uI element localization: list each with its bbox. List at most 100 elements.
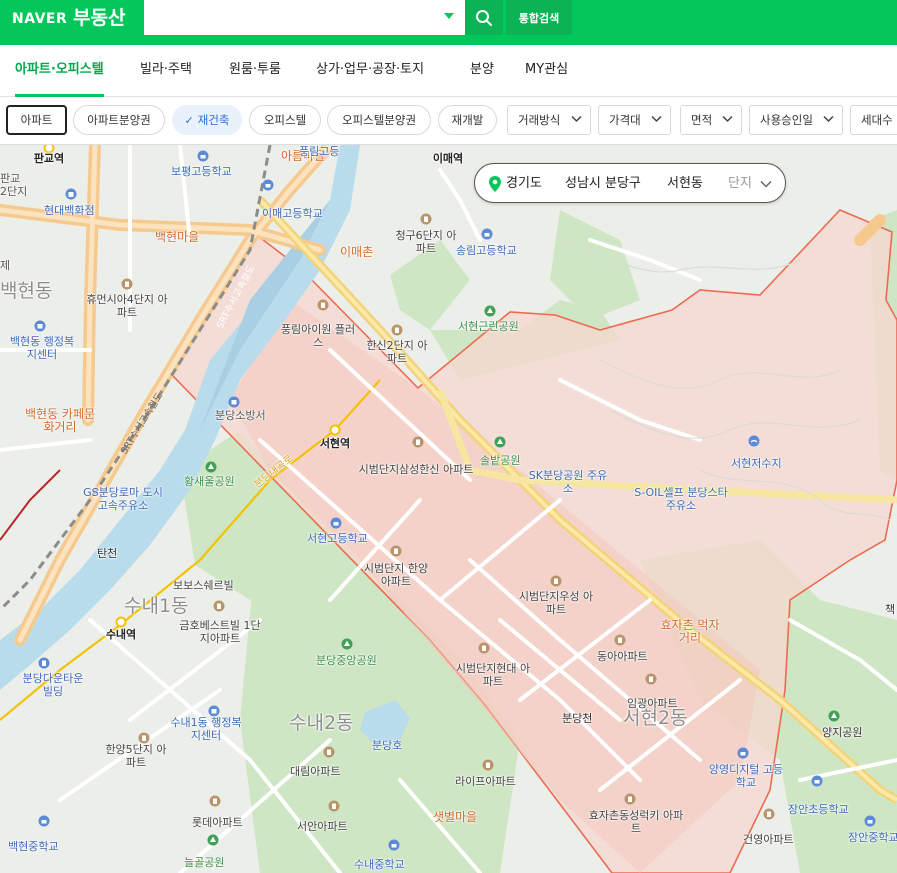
- apt-label-sibeom-hyundai[interactable]: 시범단지현대 아파트: [453, 662, 533, 688]
- filter-chip-officetel[interactable]: 오피스텔: [249, 105, 321, 135]
- station-label-imae[interactable]: 이매역: [433, 152, 463, 165]
- chevron-down-icon: [651, 115, 662, 123]
- apt-label-daelim[interactable]: 대림아파트: [290, 765, 341, 778]
- category-tabs: 아파트·오피스텔 빌라·주택 원룸·투룸 상가·업무·공장·토지 분양 MY관심: [0, 45, 897, 97]
- school-marker-icon: [38, 815, 50, 827]
- apt-label-cheonggu-6[interactable]: 청구6단지 아파트: [391, 229, 461, 255]
- school-marker-icon: [481, 228, 493, 240]
- tab-villa-house[interactable]: 빌라·주택: [140, 45, 192, 97]
- label-baekhyeon-welfare-center: 백현동 행정복지센터: [9, 335, 75, 361]
- label-baekhyeon-middle-school: 백현중학교: [8, 840, 59, 853]
- apt-label-hanyang-5[interactable]: 한양5단지 아파트: [101, 743, 171, 769]
- search-button[interactable]: [465, 0, 503, 35]
- apartment-marker-icon: [482, 759, 494, 771]
- park-marker-icon: [828, 710, 840, 722]
- chevron-down-icon[interactable]: [760, 180, 772, 188]
- service-title[interactable]: 부동산: [73, 6, 125, 30]
- label-sunae-middle-school: 수내중학교: [354, 858, 405, 871]
- naver-realestate-app: NAVER 부동산 통합검색 아파트·오피스텔 빌라·주택 원룸·투룸 상가·업…: [0, 0, 897, 873]
- label-bundang-downtown-building: 분당다운타운 빌딩: [22, 672, 84, 698]
- label-bundangcheon: 분당천: [562, 712, 593, 725]
- map-view[interactable]: 판교역 이매역 서현역 수내역 백현동 수내1동 수내2동 서현2동 아름마을 …: [0, 145, 897, 873]
- label-imae-high-school: 이매고등학교: [262, 207, 323, 220]
- apt-label-sibeom-woosung[interactable]: 시범단지우성 아파트: [516, 590, 596, 616]
- chevron-down-icon: [722, 115, 733, 123]
- district-label-sunae1: 수내1동: [124, 595, 189, 617]
- tab-my-interest[interactable]: MY관심: [525, 45, 568, 97]
- school-marker-icon: [811, 775, 823, 787]
- label-partial-je: 제: [0, 259, 11, 272]
- area-label-saetbyeol-village: 샛별마을: [433, 810, 478, 824]
- filter-chip-redevelopment[interactable]: 재개발: [438, 105, 497, 135]
- search-icon: [476, 9, 492, 26]
- apt-label-hyojachon-dongsung-lucky[interactable]: 효자촌동성럭키 아파트: [586, 809, 686, 835]
- apt-label-life[interactable]: 라이프아파트: [455, 775, 516, 788]
- park-label-solbat: 솔밭공원: [480, 454, 521, 467]
- apartment-marker-icon: [121, 278, 133, 290]
- label-pangyo-complex-2: 판교 2단지: [0, 172, 28, 198]
- label-bopyeong-high-school: 보평고등학교: [171, 165, 232, 178]
- apt-label-imkwang[interactable]: 임광아파트: [627, 697, 678, 710]
- breadcrumb-dong[interactable]: 서현동: [667, 175, 703, 192]
- apt-label-geonyoung[interactable]: 건영아파트: [743, 833, 794, 846]
- tab-presale[interactable]: 분양: [470, 45, 494, 97]
- apt-label-donga[interactable]: 동아아파트: [597, 650, 648, 663]
- tab-commercial-land[interactable]: 상가·업무·공장·토지: [316, 45, 424, 97]
- filter-dropdown-area[interactable]: 면적: [680, 105, 742, 135]
- apt-label-lotte[interactable]: 롯데아파트: [192, 816, 243, 829]
- apartment-marker-icon: [624, 793, 636, 805]
- park-label-hwangsaeul: 황새울공원: [184, 475, 235, 488]
- label-songrim-high-school: 송림고등학교: [456, 244, 517, 257]
- naver-logo[interactable]: NAVER: [12, 10, 67, 28]
- breadcrumb-city[interactable]: 성남시 분당구: [565, 175, 641, 192]
- tab-oneroom-tworoom[interactable]: 원룸·투룸: [229, 45, 281, 97]
- tab-apartment-officetel[interactable]: 아파트·오피스텔: [15, 45, 104, 97]
- school-marker-icon: [262, 179, 274, 191]
- filter-dropdown-approval-date[interactable]: 사용승인일: [749, 105, 843, 135]
- apt-label-seoan[interactable]: 서안아파트: [297, 820, 348, 833]
- search-history-dropdown-icon[interactable]: [444, 13, 454, 19]
- apt-label-sibeom-samsung-hanshin[interactable]: 시범단지삼성한신 아파트: [356, 463, 476, 476]
- location-pin-icon: [489, 176, 501, 192]
- label-soil-self-bundang-star-gas-station: S-OIL셀프 분당스타주유소: [634, 486, 728, 512]
- filter-dropdown-trade-type[interactable]: 거래방식: [507, 105, 591, 135]
- label-yangyoung-digital-high-school: 양영디지털 고등학교: [708, 763, 784, 789]
- apt-label-poonglim-iwon-plus[interactable]: 풍림아이원 플러스: [278, 323, 358, 349]
- park-label-neulgol: 늘골공원: [184, 856, 225, 869]
- area-label-baekhyeon-cafe-street: 백현동 카페문화거리: [24, 407, 96, 434]
- apartment-marker-icon: [478, 642, 490, 654]
- filter-chip-apartment[interactable]: 아파트: [6, 105, 67, 135]
- filter-dropdown-households[interactable]: 세대수: [850, 105, 897, 135]
- apt-label-kumho-bestville-1[interactable]: 금호베스트빌 1단지아파트: [175, 619, 265, 645]
- breadcrumb-complex[interactable]: 단지: [728, 175, 752, 192]
- park-marker-icon: [484, 305, 496, 317]
- unified-search-button[interactable]: 통합검색: [506, 0, 572, 35]
- search-input[interactable]: [144, 0, 465, 35]
- station-label-seohyeon[interactable]: 서현역: [320, 437, 350, 450]
- apt-label-sibeom-hanyang[interactable]: 시범단지 한양아파트: [361, 562, 431, 588]
- station-label-pangyo[interactable]: 판교역: [34, 152, 64, 165]
- check-icon: ✓: [184, 114, 194, 127]
- apt-label-bobos-chereville[interactable]: 보보스쉐르빌: [173, 579, 234, 592]
- apt-label-humansia-4[interactable]: 휴먼시아4단지 아파트: [82, 293, 172, 319]
- label-partial-chaek: 책: [885, 603, 896, 616]
- park-marker-icon: [341, 638, 353, 650]
- filter-chip-officetel-presale-right[interactable]: 오피스텔분양권: [327, 105, 431, 135]
- region-breadcrumb: 경기도 성남시 분당구 서현동 단지: [474, 163, 786, 203]
- breadcrumb-province[interactable]: 경기도: [506, 175, 542, 192]
- government-office-marker-icon: [34, 320, 46, 332]
- apt-label-hanshin-2[interactable]: 한신2단지 아파트: [362, 339, 432, 365]
- filter-chip-reconstruction[interactable]: ✓ 재건축: [172, 105, 242, 135]
- label-jangan-middle-school: 장안중학교: [848, 831, 897, 844]
- filter-dropdown-price[interactable]: 가격대: [598, 105, 671, 135]
- apartment-marker-icon: [213, 600, 225, 612]
- label-bundangho: 분당호: [372, 739, 403, 752]
- label-bundang-fire-station: 분당소방서: [215, 409, 266, 422]
- school-marker-icon: [737, 747, 749, 759]
- district-label-sunae2: 수내2동: [289, 712, 354, 734]
- station-label-sunae[interactable]: 수내역: [106, 628, 136, 641]
- school-marker-icon: [197, 150, 209, 162]
- filter-chip-apartment-presale-right[interactable]: 아파트분양권: [73, 105, 165, 135]
- label-partial-poonglim-high: 풍림고등: [299, 145, 340, 158]
- apartment-marker-icon: [420, 213, 432, 225]
